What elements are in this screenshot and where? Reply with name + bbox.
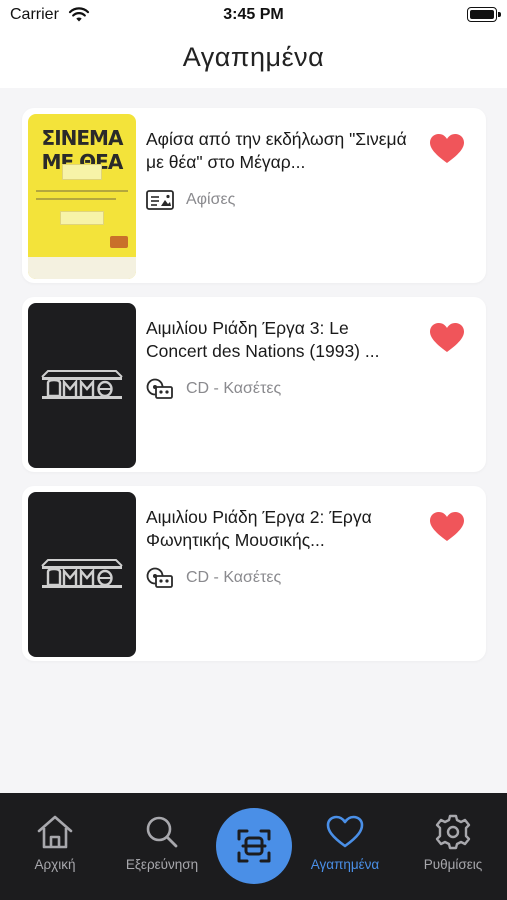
- battery-icon: [467, 7, 501, 22]
- search-icon: [146, 816, 178, 848]
- heart-icon: [326, 815, 364, 848]
- poster-badge: [110, 236, 128, 248]
- heart-icon[interactable]: [430, 512, 464, 542]
- tab-home-label: Αρχική: [34, 857, 76, 872]
- category-label: CD - Κασέτες: [186, 569, 282, 586]
- favorite-category: Αφίσες: [146, 188, 235, 212]
- favorites-list: ΣΙΝΕΜΑ ΜΕ ΘΕΑ Αφίσα από την εκδήλωση "Σι…: [22, 108, 486, 675]
- poster-thumbnail[interactable]: ΣΙΝΕΜΑ ΜΕ ΘΕΑ: [28, 114, 136, 279]
- favorite-title[interactable]: Αιμιλίου Ριάδη Έργα 2: Έργα Φωνητικής Μο…: [146, 506, 414, 552]
- tab-settings-label: Ρυθμίσεις: [423, 857, 483, 872]
- tab-settings[interactable]: Ρυθμίσεις: [408, 813, 498, 872]
- heart-icon[interactable]: [430, 134, 464, 164]
- heart-icon[interactable]: [430, 323, 464, 353]
- tab-favorites[interactable]: Αγαπημένα: [300, 813, 390, 872]
- favorite-title[interactable]: Αφίσα από την εκδήλωση "Σινεμά με θέα" σ…: [146, 128, 414, 174]
- favorite-category: CD - Κασέτες: [146, 377, 281, 401]
- poster-date-block: [62, 164, 102, 180]
- scan-button[interactable]: [216, 808, 292, 884]
- tab-explore-label: Εξερεύνηση: [125, 857, 199, 872]
- gear-icon: [435, 814, 471, 850]
- home-icon: [37, 815, 73, 849]
- category-label: Αφίσες: [186, 191, 236, 208]
- poster-date-block: [60, 211, 104, 225]
- favorite-card[interactable]: Αιμιλίου Ριάδη Έργα 3: Le Concert des Na…: [22, 297, 486, 472]
- nav-header: Αγαπημένα: [0, 30, 507, 88]
- cd-cassette-icon: [146, 567, 173, 588]
- category-label: CD - Κασέτες: [186, 380, 282, 397]
- poster-icon: [146, 190, 174, 210]
- poster-footer: [28, 257, 136, 279]
- logo-thumbnail[interactable]: [28, 303, 136, 468]
- favorite-category: CD - Κασέτες: [146, 566, 281, 590]
- favorite-card[interactable]: ΣΙΝΕΜΑ ΜΕ ΘΕΑ Αφίσα από την εκδήλωση "Σι…: [22, 108, 486, 283]
- status-bar: Carrier 3:45 PM: [0, 0, 507, 30]
- tab-favorites-label: Αγαπημένα: [310, 857, 380, 872]
- poster-text-line: [36, 190, 128, 192]
- cd-cassette-icon: [146, 378, 173, 399]
- status-time: 3:45 PM: [223, 6, 284, 23]
- poster-text-line: [36, 198, 116, 200]
- tab-home[interactable]: Αρχική: [10, 813, 100, 872]
- favorite-card[interactable]: Αιμιλίου Ριάδη Έργα 2: Έργα Φωνητικής Μο…: [22, 486, 486, 661]
- page-title: Αγαπημένα: [182, 42, 325, 72]
- favorite-title[interactable]: Αιμιλίου Ριάδη Έργα 3: Le Concert des Na…: [146, 317, 414, 363]
- omme-logo-icon: [41, 559, 123, 588]
- omme-logo-icon: [41, 370, 123, 399]
- logo-thumbnail[interactable]: [28, 492, 136, 657]
- scan-icon: [237, 829, 271, 863]
- tab-explore[interactable]: Εξερεύνηση: [117, 813, 207, 872]
